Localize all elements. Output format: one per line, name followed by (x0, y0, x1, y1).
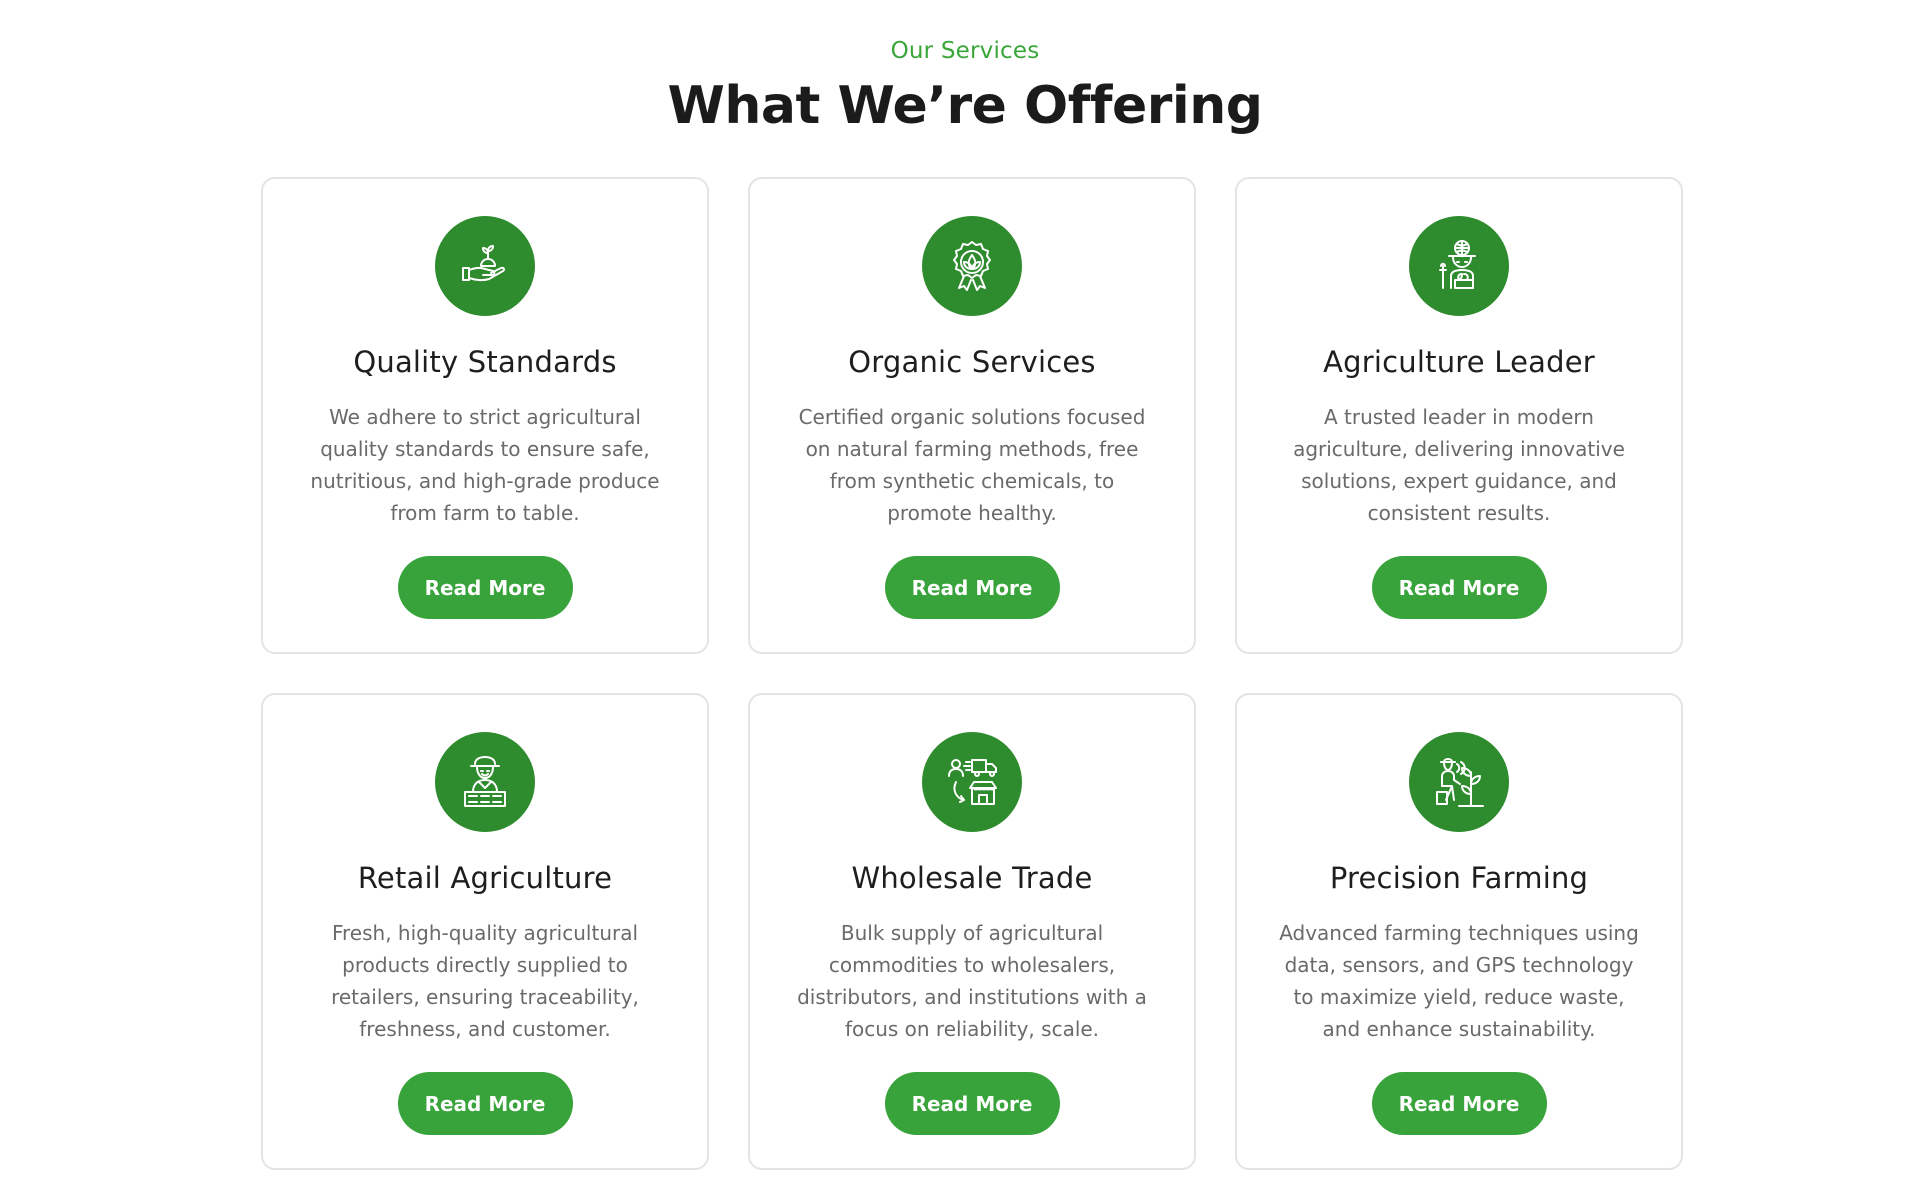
card-description: A trusted leader in modern agriculture, … (1293, 405, 1625, 525)
read-more-button[interactable]: Read More (884, 556, 1060, 619)
card-title: Organic Services (848, 345, 1096, 379)
service-card-precision-farming: Precision Farming Advanced farming techn… (1235, 693, 1683, 1170)
service-card-quality-standards: Quality Standards We adhere to strict ag… (261, 177, 709, 654)
read-more-button[interactable]: Read More (397, 556, 573, 619)
card-description: Fresh, high-quality agricultural product… (331, 921, 639, 1041)
card-description: Advanced farming techniques using data, … (1279, 921, 1639, 1041)
farmer-leader-icon (1409, 216, 1509, 316)
read-more-button[interactable]: Read More (1371, 556, 1547, 619)
service-card-wholesale-trade: Wholesale Trade Bulk supply of agricultu… (748, 693, 1196, 1170)
read-more-button[interactable]: Read More (884, 1072, 1060, 1135)
card-description: Certified organic solutions focused on n… (798, 405, 1146, 525)
retail-farmer-icon (435, 732, 535, 832)
card-title: Retail Agriculture (357, 861, 613, 895)
services-grid: Quality Standards We adhere to strict ag… (261, 177, 1683, 1170)
organic-badge-icon (922, 216, 1022, 316)
card-description: Bulk supply of agricultural commodities … (797, 921, 1147, 1041)
service-card-agriculture-leader: Agriculture Leader A trusted leader in m… (1235, 177, 1683, 654)
precision-farming-icon (1409, 732, 1509, 832)
read-more-button[interactable]: Read More (397, 1072, 573, 1135)
card-title: Quality Standards (353, 345, 617, 379)
hand-sprout-icon (435, 216, 535, 316)
section-title: What We’re Offering (667, 76, 1263, 136)
services-section: Our Services What We’re Offering Quality… (0, 0, 1930, 1200)
card-description: We adhere to strict agricultural quality… (310, 405, 660, 525)
wholesale-trade-icon (922, 732, 1022, 832)
card-title: Precision Farming (1329, 861, 1589, 895)
section-eyebrow: Our Services (890, 38, 1040, 64)
service-card-retail-agriculture: Retail Agriculture Fresh, high-quality a… (261, 693, 709, 1170)
card-title: Agriculture Leader (1323, 345, 1595, 379)
service-card-organic-services: Organic Services Certified organic solut… (748, 177, 1196, 654)
card-title: Wholesale Trade (851, 861, 1093, 895)
read-more-button[interactable]: Read More (1371, 1072, 1547, 1135)
